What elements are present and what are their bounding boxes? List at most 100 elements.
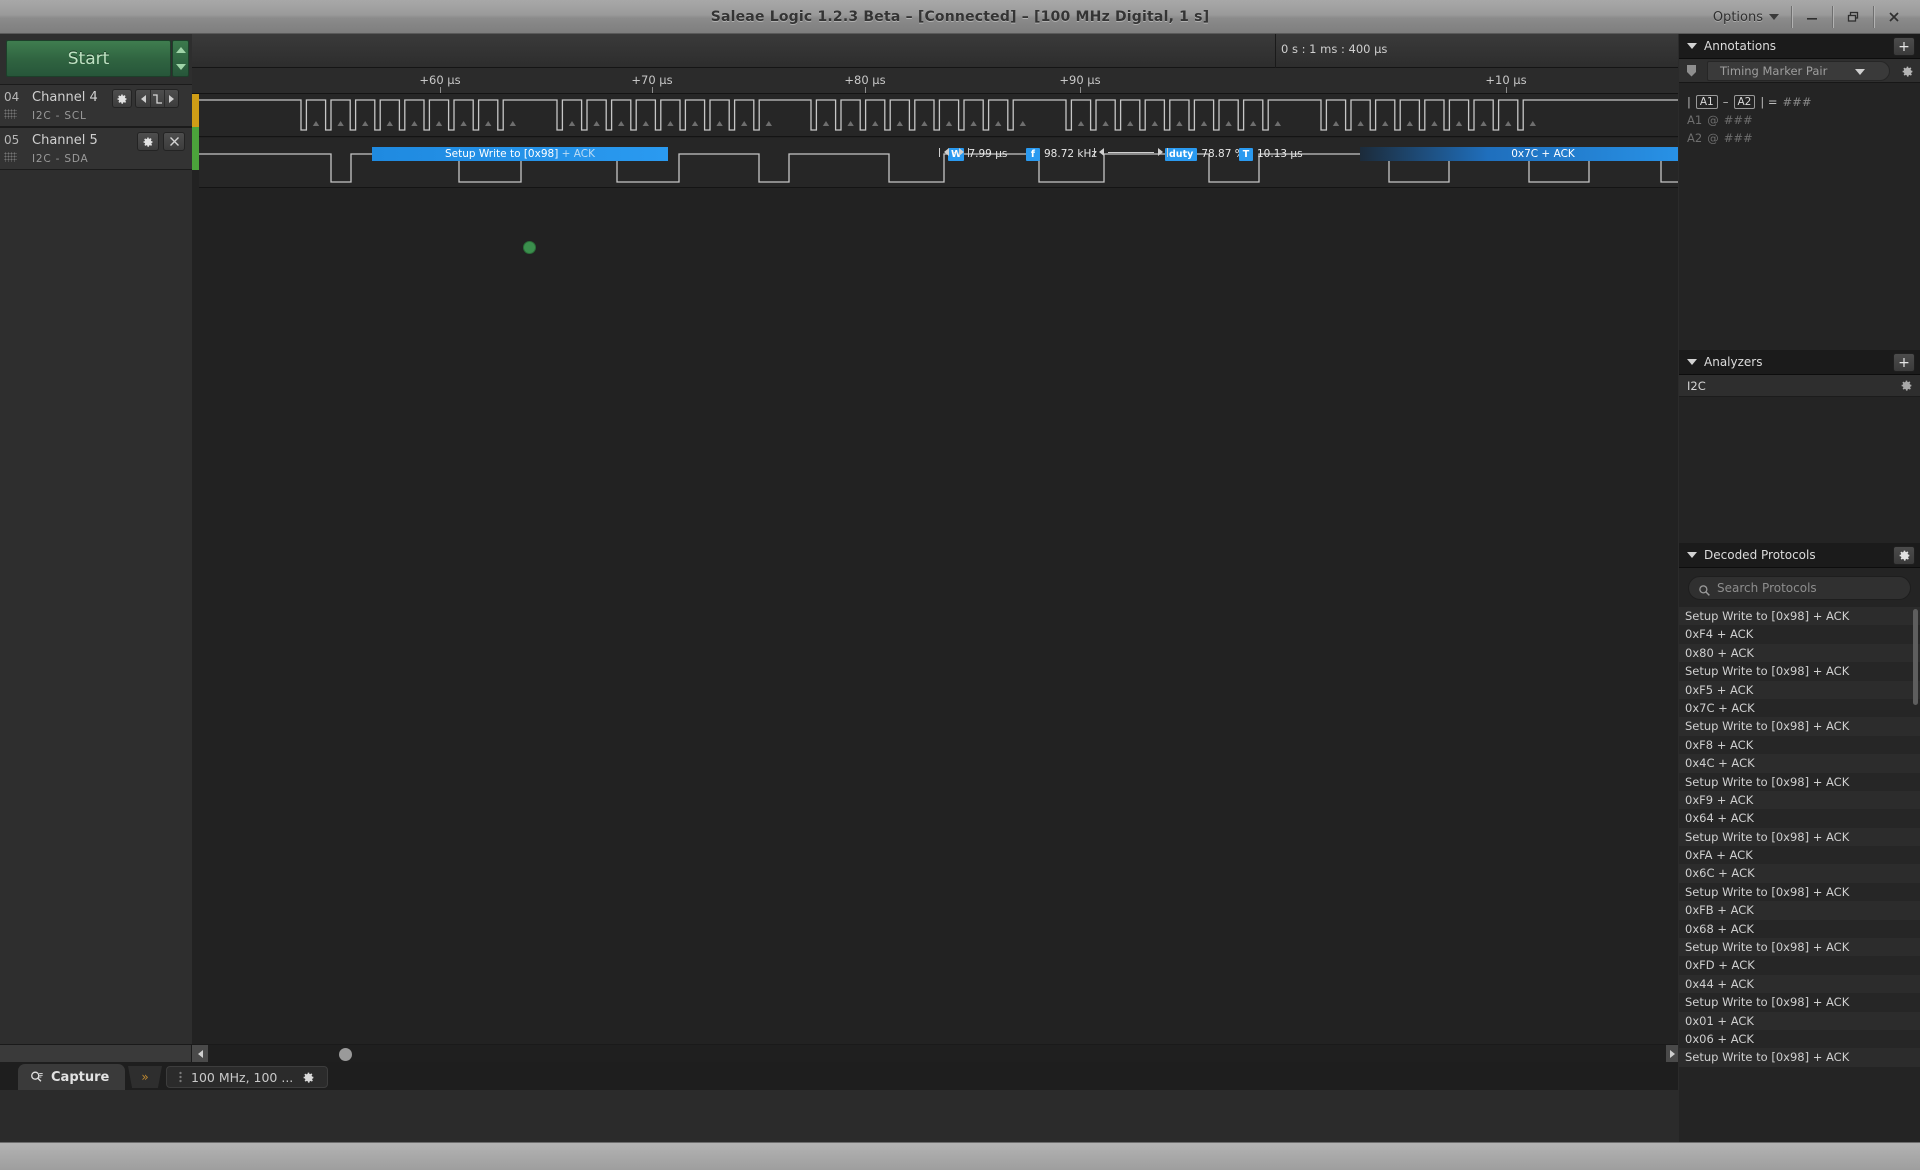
pin-icon[interactable] <box>1687 64 1696 77</box>
device-settings-pill[interactable]: 100 MHz, 100 ... <box>166 1066 329 1088</box>
analyzer-settings-button[interactable] <box>1900 379 1913 395</box>
channel-edge-nav-group[interactable] <box>135 89 179 108</box>
rising-edge-marker-icon <box>822 121 830 126</box>
decoded-protocols-title: Decoded Protocols <box>1704 548 1816 562</box>
rising-edge-marker-icon <box>1274 121 1282 126</box>
timeline-ruler[interactable]: +60 µs+70 µs+80 µs+90 µs+10 µs+20 µs <box>192 68 1741 94</box>
decoded-protocol-row[interactable]: 0xFB + ACK <box>1679 901 1920 920</box>
decoded-protocol-row[interactable]: Setup Write to [0x98] + ACK <box>1679 1048 1920 1067</box>
decoded-protocol-row[interactable]: 0x06 + ACK <box>1679 1029 1920 1049</box>
start-capture-button[interactable]: Start <box>6 40 171 77</box>
decoded-protocols-scrollbar[interactable] <box>1913 609 1918 705</box>
scrollbar-track[interactable] <box>208 1045 1666 1063</box>
timing-marker-pair-select[interactable]: Timing Marker Pair <box>1707 61 1890 81</box>
add-annotation-button[interactable]: + <box>1893 37 1915 56</box>
marker-a2-key[interactable]: A2 <box>1733 95 1756 109</box>
search-icon <box>1698 582 1711 601</box>
decoded-protocol-row[interactable]: 0xFA + ACK <box>1679 846 1920 865</box>
collapse-triangle-icon[interactable] <box>1687 552 1697 558</box>
restore-button[interactable] <box>1833 0 1873 34</box>
rising-edge-marker-icon <box>312 121 320 126</box>
search-input[interactable] <box>1717 577 1910 599</box>
channel-settings-button[interactable] <box>112 89 132 108</box>
rising-edge-marker-icon <box>741 121 748 126</box>
decoded-protocols-header[interactable]: Decoded Protocols <box>1679 543 1920 568</box>
decoded-protocol-row[interactable]: Setup Write to [0x98] + ACK <box>1679 772 1920 791</box>
measurement-readout[interactable]: duty 78.87 % <box>1165 146 1245 162</box>
channel-settings-button[interactable] <box>137 132 159 151</box>
channel-remove-button[interactable] <box>163 132 185 151</box>
analyzers-body: I2C <box>1679 375 1920 543</box>
rising-edge-marker-icon <box>435 121 443 126</box>
decoded-protocol-row[interactable]: 0x4C + ACK <box>1679 754 1920 773</box>
prev-edge-button[interactable] <box>136 90 150 107</box>
protocol-decode-bar[interactable]: 0x7C + ACK <box>1360 147 1678 161</box>
rising-edge-marker-icon <box>386 121 393 126</box>
waveform-row-channel-04[interactable] <box>199 94 1678 137</box>
status-bar: Capture » 100 MHz, 100 ... <box>0 1062 1678 1090</box>
decoded-protocol-row[interactable]: 0x01 + ACK <box>1679 1011 1920 1030</box>
measurement-readout[interactable]: T 10.13 µs <box>1239 146 1303 162</box>
search-protocols-box[interactable] <box>1688 576 1911 600</box>
measurement-value: 7.99 µs <box>968 148 1008 160</box>
marker-a1-key[interactable]: A1 <box>1695 95 1718 109</box>
channel-drag-handle[interactable] <box>4 109 17 119</box>
decoded-protocol-row[interactable]: 0xF5 + ACK <box>1679 680 1920 699</box>
expand-capture-button[interactable]: » <box>128 1066 162 1088</box>
close-button[interactable] <box>1874 0 1914 34</box>
delta-value: ### <box>1782 95 1812 109</box>
capture-tab[interactable]: Capture <box>18 1064 126 1090</box>
decoded-protocol-row[interactable]: Setup Write to [0x98] + ACK <box>1679 662 1920 681</box>
decoded-protocol-row[interactable]: Setup Write to [0x98] + ACK <box>1679 993 1920 1012</box>
decoded-protocol-row[interactable]: 0x68 + ACK <box>1679 919 1920 939</box>
scroll-left-button[interactable] <box>192 1045 208 1063</box>
add-analyzer-button[interactable]: + <box>1893 353 1915 372</box>
scroll-right-button[interactable] <box>1666 1045 1678 1063</box>
timeline-header[interactable]: 0 s : 1 ms : 400 µs <box>192 34 1678 68</box>
annotation-settings-button[interactable] <box>1901 63 1914 82</box>
decoded-protocol-row[interactable]: Setup Write to [0x98] + ACK <box>1679 717 1920 736</box>
rising-edge-marker-icon <box>411 121 418 126</box>
collapse-triangle-icon[interactable] <box>1687 359 1697 365</box>
decoded-protocols-list[interactable]: Setup Write to [0x98] + ACK 0xF4 + ACK 0x8… <box>1679 607 1920 1113</box>
gear-icon[interactable] <box>302 1071 315 1084</box>
waveform-pane[interactable]: Setup Write to [0x98] + ACK 0x7C + ACK W 7.… <box>199 94 1678 1090</box>
protocol-decode-bar[interactable]: Setup Write to [0x98] + ACK <box>372 147 668 161</box>
decoded-protocol-row[interactable]: 0x7C + ACK <box>1679 698 1920 718</box>
channel-drag-handle[interactable] <box>4 152 17 162</box>
decoded-protocol-row[interactable]: Setup Write to [0x98] + ACK <box>1679 827 1920 847</box>
annotation-delta-row: | A1 – A2 | = ### <box>1679 91 1920 109</box>
trigger-edge-button[interactable] <box>150 90 164 107</box>
decoded-protocol-row[interactable]: 0x6C + ACK <box>1679 864 1920 883</box>
horizontal-scrollbar[interactable] <box>0 1044 1678 1063</box>
decoded-protocol-row[interactable]: 0xF4 + ACK <box>1679 625 1920 644</box>
start-marker[interactable] <box>523 241 536 254</box>
analyzer-item-i2c[interactable]: I2C <box>1679 375 1920 397</box>
timeline-divider <box>1275 34 1276 68</box>
capture-mode-stepper[interactable] <box>172 40 189 77</box>
analyzers-header[interactable]: Analyzers + <box>1679 350 1920 375</box>
collapse-triangle-icon[interactable] <box>1687 43 1697 49</box>
decoded-protocol-row[interactable]: 0xF9 + ACK <box>1679 790 1920 810</box>
options-menu-button[interactable]: Options <box>1701 0 1791 34</box>
scrollbar-thumb[interactable] <box>339 1048 353 1061</box>
channel-row-05[interactable]: 05 Channel 5 I2C - SDA <box>0 127 192 170</box>
decoded-protocol-row[interactable]: Setup Write to [0x98] + ACK <box>1679 882 1920 902</box>
decoded-protocol-row[interactable]: 0xFD + ACK <box>1679 956 1920 975</box>
decoded-protocol-row[interactable]: 0xF8 + ACK <box>1679 735 1920 755</box>
measurement-span-right <box>1094 146 1168 158</box>
rising-edge-marker-icon <box>1529 121 1537 126</box>
minimize-button[interactable] <box>1792 0 1832 34</box>
decoded-protocol-row[interactable]: 0x64 + ACK <box>1679 809 1920 828</box>
next-edge-button[interactable] <box>164 90 178 107</box>
decoded-protocol-row[interactable]: Setup Write to [0x98] + ACK <box>1679 938 1920 957</box>
decoded-protocol-row[interactable]: Setup Write to [0x98] + ACK <box>1679 607 1920 626</box>
annotations-header[interactable]: Annotations + <box>1679 34 1920 59</box>
measurement-readout[interactable]: f 98.72 kHz <box>1026 146 1097 162</box>
decoded-protocol-row[interactable]: 0x44 + ACK <box>1679 974 1920 994</box>
decoded-protocol-row[interactable]: 0x80 + ACK <box>1679 643 1920 663</box>
channel-row-04[interactable]: 04 Channel 4 I2C - SCL <box>0 84 192 127</box>
rising-edge-marker-icon <box>1151 121 1158 126</box>
decoded-protocols-settings-button[interactable] <box>1893 546 1915 565</box>
rising-edge-marker-icon <box>568 121 576 126</box>
